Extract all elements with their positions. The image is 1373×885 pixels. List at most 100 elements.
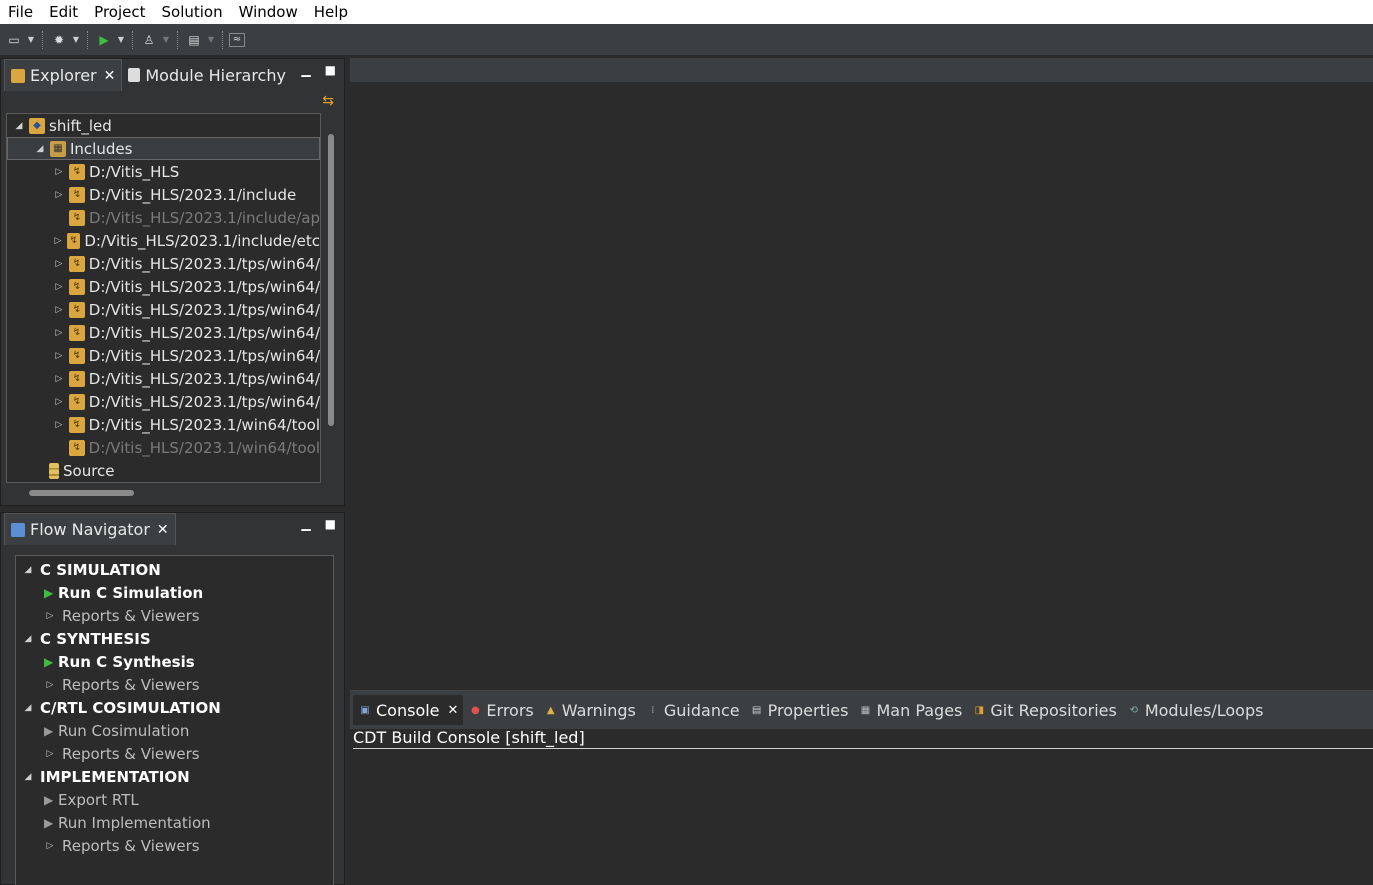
explorer-vertical-scrollbar[interactable] (328, 134, 334, 426)
flow-action[interactable]: ▶ Run C Simulation (16, 581, 203, 604)
expanded-icon[interactable]: ◢ (13, 121, 25, 131)
close-icon[interactable]: ✕ (157, 522, 169, 538)
flow-section[interactable]: ◢ C SYNTHESIS (16, 627, 151, 650)
tree-item-label: D:/Vitis_HLS/2023.1/tps/win64/ (88, 254, 320, 273)
settings-icon[interactable]: ✹ (49, 30, 69, 50)
tab-man-pages[interactable]: ▦ Man Pages (853, 695, 967, 725)
expanded-icon[interactable]: ◢ (22, 772, 34, 782)
tree-item[interactable]: ▷ ↯ D:/Vitis_HLS/2023.1/tps/win64/ (7, 275, 320, 298)
tree-item-label: D:/Vitis_HLS/2023.1/tps/win64/ (88, 369, 320, 388)
flow-action[interactable]: ▶ Run C Synthesis (16, 650, 195, 673)
collapsed-icon[interactable]: ▷ (53, 282, 65, 292)
menu-edit[interactable]: Edit (41, 0, 86, 24)
tree-item[interactable]: ↯ D:/Vitis_HLS/2023.1/include/ap (7, 206, 320, 229)
tab-properties[interactable]: ▤ Properties (745, 695, 854, 725)
sync-icon[interactable]: ⇆ (322, 93, 334, 109)
tree-item[interactable]: ▷ ↯ D:/Vitis_HLS/2023.1/include/etc (7, 229, 320, 252)
tree-item-label: D:/Vitis_HLS/2023.1/tps/win64/ (88, 323, 320, 342)
collapsed-icon[interactable]: ▷ (53, 420, 65, 430)
minimize-icon[interactable]: ▁ (301, 63, 310, 77)
flow-action[interactable]: ▶ Run Cosimulation (16, 719, 189, 742)
flow-section[interactable]: ◢ C/RTL COSIMULATION (16, 696, 221, 719)
flow-reports[interactable]: ▷ Reports & Viewers (16, 673, 200, 696)
flow-action[interactable]: ▶ Export RTL (16, 788, 139, 811)
collapsed-icon[interactable]: ▷ (53, 259, 65, 269)
collapsed-icon[interactable]: ▷ (53, 351, 65, 361)
close-icon[interactable]: ✕ (448, 703, 459, 718)
tab-module-hierarchy[interactable]: Module Hierarchy (122, 59, 292, 91)
collapsed-icon[interactable]: ▷ (53, 236, 63, 246)
console-title: CDT Build Console [shift_led] (353, 729, 1373, 749)
maximize-icon[interactable]: ■ (325, 63, 336, 77)
tree-item[interactable]: ▷ ↯ D:/Vitis_HLS (7, 160, 320, 183)
open-icon[interactable]: ▭ (4, 30, 24, 50)
close-icon[interactable]: ✕ (104, 68, 116, 84)
debug-icon[interactable]: ♙ (139, 30, 159, 50)
collapsed-icon[interactable]: ▷ (53, 167, 65, 177)
menu-help[interactable]: Help (306, 0, 356, 24)
tree-item[interactable]: ▷ ↯ D:/Vitis_HLS/2023.1/tps/win64/ (7, 344, 320, 367)
flow-action[interactable]: ▶ Run Implementation (16, 811, 211, 834)
expanded-icon[interactable]: ◢ (22, 565, 34, 575)
collapsed-icon[interactable]: ▷ (53, 305, 65, 315)
tab-flow-navigator[interactable]: Flow Navigator ✕ (4, 513, 176, 545)
tree-item[interactable]: ▷ ↯ D:/Vitis_HLS/2023.1/tps/win64/ (7, 390, 320, 413)
tree-item[interactable]: ◢ ▦ Includes (7, 137, 320, 160)
toolbar-separator (42, 30, 43, 49)
flow-section[interactable]: ◢ C SIMULATION (16, 558, 161, 581)
tab-errors[interactable]: ● Errors (463, 695, 538, 725)
tree-item[interactable]: ▷ ↯ D:/Vitis_HLS/2023.1/tps/win64/ (7, 252, 320, 275)
expanded-icon[interactable]: ◢ (22, 703, 34, 713)
flow-navigator-panel: Flow Navigator ✕ ▁ ■ ◢ C SIMULATION ▶ Run C… (0, 512, 345, 885)
tree-item[interactable]: ▷ ↯ D:/Vitis_HLS/2023.1/tps/win64/ (7, 321, 320, 344)
flow-item-label: Run C Simulation (58, 583, 204, 602)
export-icon[interactable]: ▤ (184, 30, 204, 50)
tree-item[interactable]: ▷ ↯ D:/Vitis_HLS/2023.1/include (7, 183, 320, 206)
collapsed-icon[interactable]: ▷ (53, 397, 65, 407)
compare-icon[interactable]: ≈ (229, 32, 245, 47)
tab-guidance[interactable]: ⁞ Guidance (641, 695, 745, 725)
menu-solution[interactable]: Solution (154, 0, 231, 24)
settings-dropdown[interactable]: ▼ (71, 30, 81, 50)
toolbar-separator (87, 30, 88, 49)
tab-explorer[interactable]: Explorer ✕ (4, 59, 123, 91)
export-dropdown[interactable]: ▼ (206, 30, 216, 50)
flow-reports[interactable]: ▷ Reports & Viewers (16, 604, 200, 627)
collapsed-icon[interactable]: ▷ (53, 328, 65, 338)
flow-section[interactable]: ◢ IMPLEMENTATION (16, 765, 190, 788)
run-icon[interactable]: ▶ (94, 30, 114, 50)
tree-item[interactable]: ▷ ↯ D:/Vitis_HLS/2023.1/win64/tool (7, 413, 320, 436)
flow-item-label: Reports & Viewers (62, 606, 200, 625)
menu-project[interactable]: Project (86, 0, 153, 24)
tree-item[interactable]: ◢ ◆ shift_led (7, 114, 320, 137)
tree-item-label: D:/Vitis_HLS/2023.1/win64/tool (88, 415, 320, 434)
run-dropdown[interactable]: ▼ (116, 30, 126, 50)
debug-dropdown[interactable]: ▼ (161, 30, 171, 50)
flow-item-label: Export RTL (58, 790, 139, 809)
maximize-icon[interactable]: ■ (325, 517, 336, 531)
main-toolbar: ▭ ▼ ✹ ▼ ▶ ▼ ♙ ▼ ▤ ▼ ≈ (0, 24, 1373, 56)
flow-reports[interactable]: ▷ Reports & Viewers (16, 834, 200, 857)
open-dropdown[interactable]: ▼ (26, 30, 36, 50)
folder-icon: ↯ (68, 255, 85, 272)
tab-git-repositories[interactable]: ◨ Git Repositories (967, 695, 1121, 725)
minimize-icon[interactable]: ▁ (301, 517, 310, 531)
collapsed-icon[interactable]: ▷ (53, 190, 65, 200)
modules-icon: ⟲ (1129, 704, 1139, 716)
explorer-horizontal-scrollbar[interactable] (29, 490, 134, 496)
explorer-panel: Explorer ✕ Module Hierarchy ▁ ■ ⇆ ◢ ◆ shif… (0, 58, 345, 506)
expanded-icon[interactable]: ◢ (22, 634, 34, 644)
collapsed-icon[interactable]: ▷ (53, 374, 65, 384)
tab-modules-loops[interactable]: ⟲ Modules/Loops (1122, 695, 1269, 725)
tree-item[interactable]: ↯ D:/Vitis_HLS/2023.1/win64/tool (7, 436, 320, 459)
tab-console[interactable]: ▣ Console ✕ (353, 695, 464, 725)
tree-item[interactable]: Source (7, 459, 320, 482)
tab-warnings[interactable]: ▲ Warnings (539, 695, 641, 725)
menu-window[interactable]: Window (231, 0, 306, 24)
errors-icon: ● (471, 704, 480, 716)
expanded-icon[interactable]: ◢ (34, 144, 46, 154)
menu-file[interactable]: File (0, 0, 41, 24)
tree-item[interactable]: ▷ ↯ D:/Vitis_HLS/2023.1/tps/win64/ (7, 298, 320, 321)
tree-item[interactable]: ▷ ↯ D:/Vitis_HLS/2023.1/tps/win64/ (7, 367, 320, 390)
flow-reports[interactable]: ▷ Reports & Viewers (16, 742, 200, 765)
